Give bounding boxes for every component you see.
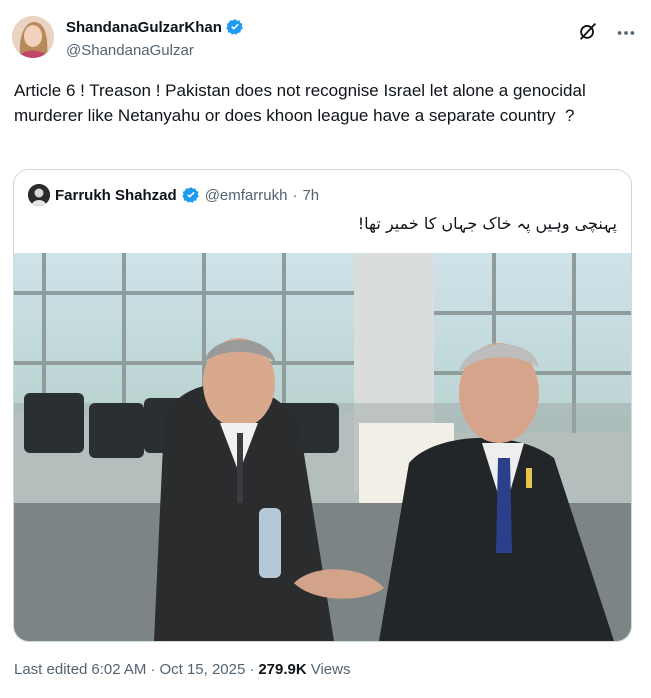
verified-badge-icon xyxy=(226,18,244,36)
verified-badge-icon xyxy=(182,186,200,204)
tweet-text: Article 6 ! Treason ! Pakistan does not … xyxy=(14,81,591,125)
quote-tweet-card[interactable]: Farrukh Shahzad @emfarrukh · 7h پہنچی وہ… xyxy=(13,169,632,642)
quote-author-avatar xyxy=(28,184,50,206)
quote-separator: · xyxy=(292,186,298,204)
tweet-header: ShandanaGulzarKhan @ShandanaGulzar xyxy=(12,12,639,62)
meta-separator: · xyxy=(150,661,156,678)
quote-author-name[interactable]: Farrukh Shahzad xyxy=(55,187,177,204)
grok-icon[interactable] xyxy=(577,20,599,42)
author-avatar[interactable] xyxy=(12,16,54,58)
quote-text: پہنچی وہیں پہ خاک جہاں کا خمیر تھا! xyxy=(357,214,617,233)
quote-time[interactable]: 7h xyxy=(302,187,319,204)
views-label: Views xyxy=(310,661,351,678)
tweet-time[interactable]: 6:02 AM xyxy=(91,661,146,678)
quote-header: Farrukh Shahzad @emfarrukh · 7h xyxy=(28,184,319,206)
author-handle[interactable]: @ShandanaGulzar xyxy=(66,42,194,59)
tweet-meta: Last edited 6:02 AM · Oct 15, 2025 · 279… xyxy=(14,661,350,678)
meta-separator: · xyxy=(249,661,255,678)
more-icon[interactable] xyxy=(615,22,637,44)
author-name[interactable]: ShandanaGulzarKhan xyxy=(66,19,222,36)
quote-author-handle[interactable]: @emfarrukh xyxy=(205,187,288,204)
quote-media-image[interactable] xyxy=(14,253,631,641)
author-name-row[interactable]: ShandanaGulzarKhan xyxy=(66,18,244,36)
edited-label[interactable]: Last edited xyxy=(14,661,87,678)
views-count: 279.9K xyxy=(258,661,307,678)
tweet-date[interactable]: Oct 15, 2025 xyxy=(159,661,245,678)
